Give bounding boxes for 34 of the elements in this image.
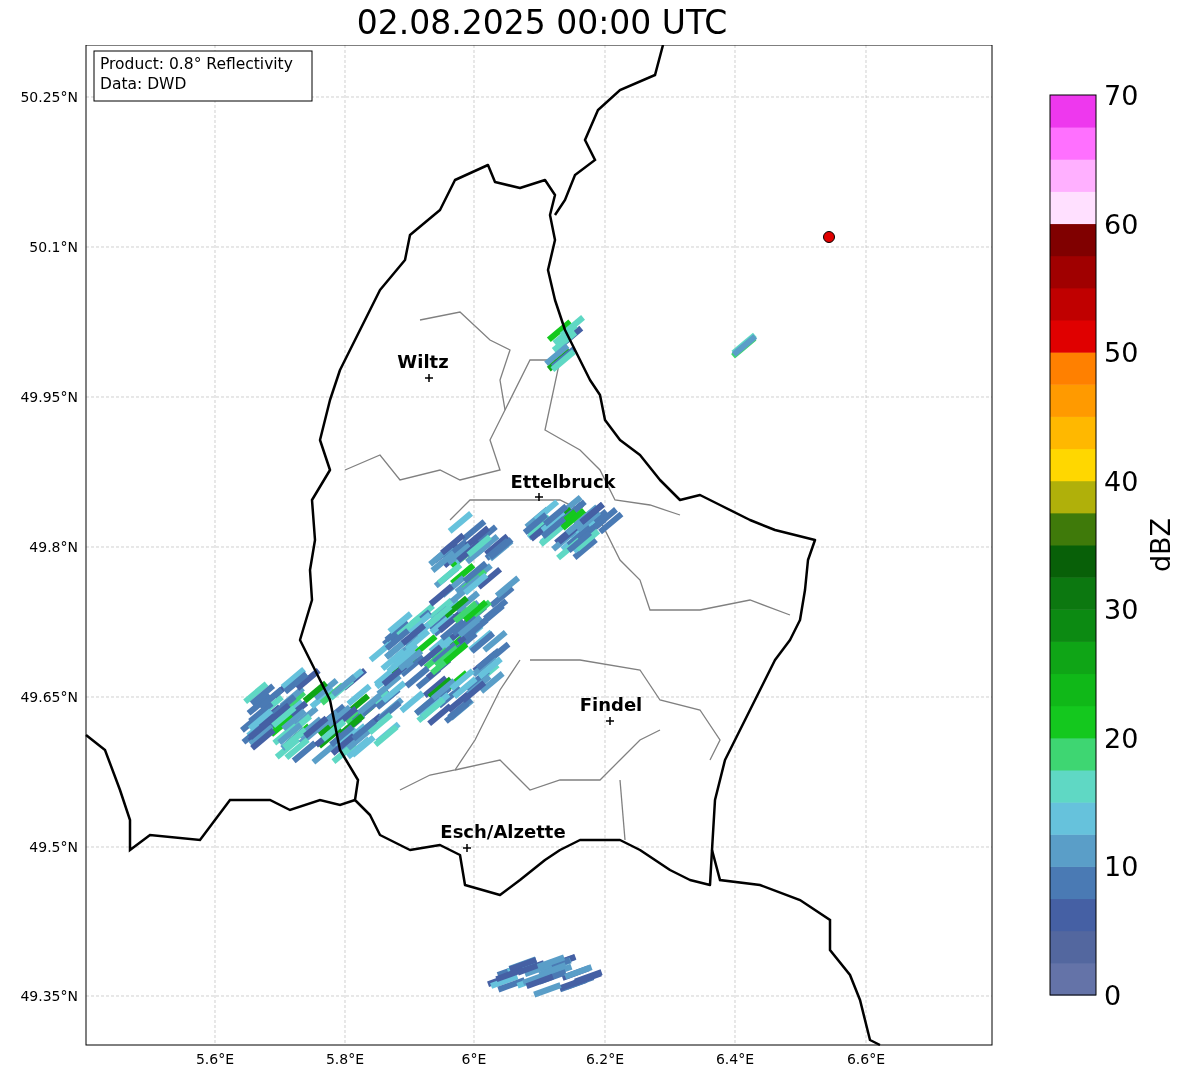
latitude-label: 50.25°N [20,89,78,105]
city-marker-icon [424,373,434,383]
city-label: Findel [579,694,643,715]
map-title: 02.08.2025 00:00 UTC [356,6,728,39]
longitude-label: 5.6°E [195,1051,235,1067]
latitude-label: 49.35°N [20,988,78,1004]
longitude-label: 6°E [461,1051,487,1067]
city-label: Ettelbruck [510,471,616,492]
colorbar-tick-label: 40 [1104,465,1139,497]
city-marker-icon [534,492,544,502]
city-marker-icon [462,843,472,853]
colorbar-tick-label: 60 [1104,208,1139,240]
latitude-label: 49.65°N [20,689,78,705]
colorbar-tick-label: 0 [1104,980,1122,1011]
radar-site-marker [823,231,835,243]
longitude-label: 6.2°E [585,1051,625,1067]
colorbar-axis-label: dBZ [1145,517,1176,573]
longitude-label: 6.4°E [715,1051,755,1067]
colorbar-tick-label: 30 [1104,594,1139,626]
latitude-label: 49.8°N [29,539,78,555]
latitude-label: 49.5°N [29,839,78,855]
colorbar-tick-label: 50 [1104,337,1139,369]
info-text: Product: 0.8° Reflectivity [100,55,293,73]
latitude-label: 49.95°N [20,389,78,405]
city-marker-icon [605,716,615,726]
longitude-label: 6.6°E [846,1051,886,1067]
info-text: Data: DWD [100,75,187,93]
colorbar-tick-label: 10 [1104,851,1139,883]
city-label: Esch/Alzette [440,821,566,842]
colorbar-tick-label: 20 [1104,722,1139,754]
longitude-label: 5.8°E [325,1051,365,1067]
city-label: Wiltz [397,351,449,372]
colorbar-tick-label: 70 [1104,80,1139,111]
latitude-label: 50.1°N [29,239,78,255]
